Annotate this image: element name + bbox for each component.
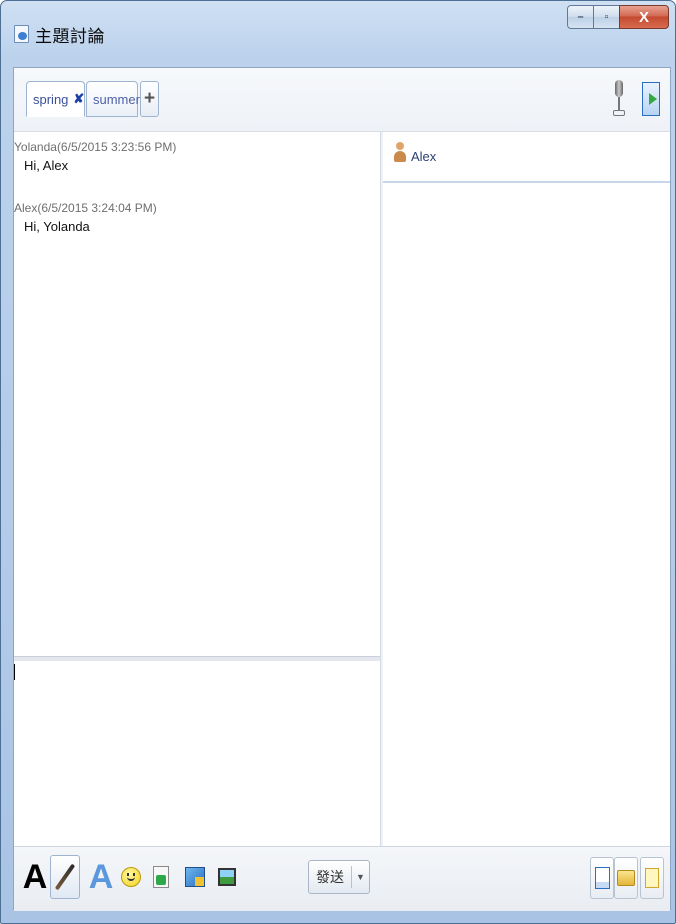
message-input[interactable] (14, 661, 380, 844)
send-button[interactable]: 發送 ▼ (308, 860, 370, 894)
text-caret (14, 664, 15, 680)
app-icon (14, 25, 29, 43)
tab-label: summer (93, 91, 140, 107)
close-tab-icon[interactable]: ✘ (73, 91, 84, 107)
close-button[interactable]: X (619, 5, 669, 29)
font-color-icon[interactable]: A (86, 855, 116, 899)
maximize-button[interactable]: ▫ (593, 5, 620, 29)
font-color-label: A (88, 857, 114, 896)
image-icon[interactable] (212, 855, 242, 899)
font-label: A (22, 857, 48, 896)
emoticon-icon[interactable] (116, 855, 146, 899)
minimize-button[interactable]: – (567, 5, 594, 29)
send-file-icon[interactable] (146, 855, 176, 899)
chat-message: Yolanda(6/5/2015 3:23:56 PM) Hi, Alex (14, 140, 176, 173)
input-toolbar: A A 發送 ▼ (14, 846, 670, 911)
title-bar[interactable]: 主題討論 – ▫ X (1, 1, 675, 64)
font-icon[interactable]: A (20, 855, 50, 899)
chat-message: Alex(6/5/2015 3:24:04 PM) Hi, Yolanda (14, 201, 157, 234)
message-header: Yolanda(6/5/2015 3:23:56 PM) (14, 140, 177, 154)
add-tab-button[interactable]: + (140, 81, 159, 117)
message-body: Hi, Yolanda (24, 219, 90, 234)
participant-item[interactable]: Alex (383, 132, 670, 183)
brush-icon[interactable] (50, 855, 80, 899)
message-body: Hi, Alex (24, 158, 69, 173)
topic-tab-bar: spring ✘ summer + (14, 68, 670, 132)
exit-topic-icon[interactable] (642, 82, 660, 116)
send-dropdown-icon[interactable]: ▼ (352, 872, 369, 882)
participant-name: Alex (411, 149, 437, 164)
message-header: Alex(6/5/2015 3:24:04 PM) (14, 201, 157, 215)
chat-log: Yolanda(6/5/2015 3:23:56 PM) Hi, Alex Al… (14, 132, 380, 656)
client-area: spring ✘ summer + Yolanda(6/5/2015 3:23:… (13, 67, 671, 911)
send-label: 發送 (316, 869, 344, 885)
chat-history-icon[interactable] (590, 857, 614, 899)
shared-files-icon[interactable] (614, 857, 638, 899)
microphone-icon[interactable] (612, 80, 626, 120)
screenshot-icon[interactable] (180, 855, 210, 899)
app-window: 主題討論 – ▫ X spring ✘ summer + Yolanda(6/5… (0, 0, 676, 924)
window-title: 主題討論 (35, 27, 105, 46)
caption-buttons: – ▫ X (567, 5, 669, 29)
tab-summer[interactable]: summer (86, 81, 140, 117)
user-icon (393, 142, 407, 164)
participant-list (383, 183, 670, 846)
notes-icon[interactable] (640, 857, 664, 899)
tab-spring[interactable]: spring ✘ (26, 81, 85, 117)
tab-label: spring (33, 91, 69, 107)
